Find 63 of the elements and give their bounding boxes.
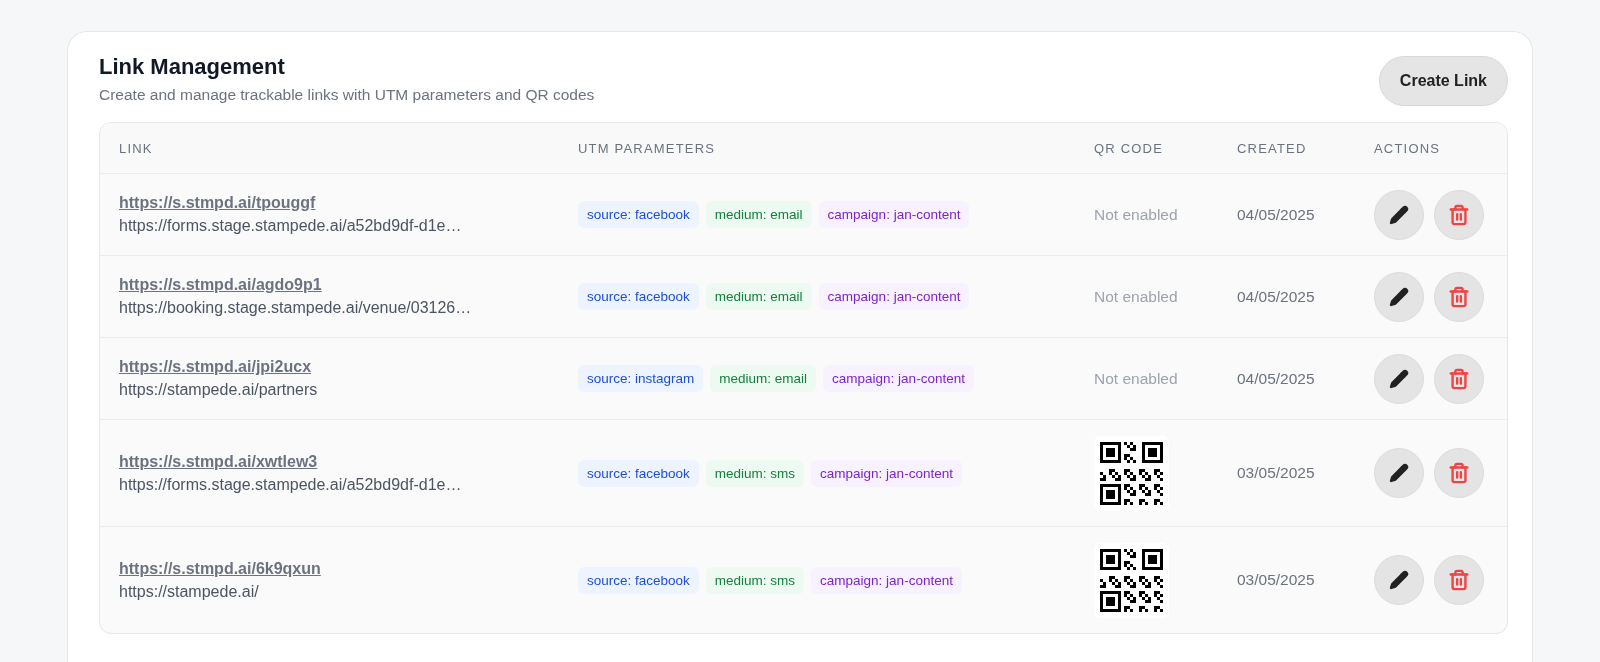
trash-icon: [1448, 569, 1470, 591]
utm-tag: source: facebook: [578, 283, 699, 310]
qr-status: Not enabled: [1094, 287, 1178, 305]
page-subtitle: Create and manage trackable links with UTM parameters and QR codes: [99, 86, 595, 104]
trash-icon: [1448, 367, 1470, 390]
short-link[interactable]: https://s.stmpd.ai/jpi2ucx: [119, 358, 312, 376]
utm-tag: source: facebook: [578, 459, 699, 487]
short-link[interactable]: https://s.stmpd.ai/tpouggf: [119, 194, 316, 212]
edit-button[interactable]: [1374, 189, 1424, 240]
short-link[interactable]: https://s.stmpd.ai/agdo9p1: [119, 276, 322, 294]
delete-button[interactable]: [1434, 271, 1484, 322]
utm-tag: campaign: jan-content: [823, 365, 974, 392]
utm-tag: medium: email: [705, 283, 812, 310]
utm-tag: source: facebook: [578, 566, 699, 594]
created-date: 04/05/2025: [1237, 369, 1316, 388]
delete-button[interactable]: [1434, 448, 1484, 498]
utm-tag: medium: sms: [705, 459, 805, 487]
qr-code-icon: [1094, 435, 1169, 511]
utm-tag: medium: email: [705, 201, 812, 228]
edit-button[interactable]: [1374, 555, 1424, 605]
utm-tag: campaign: jan-content: [818, 201, 970, 228]
qr-code-icon: [1094, 542, 1169, 618]
trash-icon: [1448, 462, 1470, 484]
delete-button[interactable]: [1434, 353, 1484, 404]
utm-tag: medium: sms: [705, 566, 805, 594]
qr-status: Not enabled: [1094, 369, 1178, 387]
delete-button[interactable]: [1434, 555, 1484, 605]
pencil-icon: [1389, 204, 1409, 225]
edit-button[interactable]: [1374, 353, 1424, 404]
pencil-icon: [1389, 570, 1409, 590]
edit-button[interactable]: [1374, 271, 1424, 322]
target-url: https://stampede.ai/partners: [119, 381, 318, 399]
target-url: https://forms.stage.stampede.ai/a52bd9df-d1e…: [119, 217, 462, 235]
delete-button[interactable]: [1434, 189, 1484, 240]
column-header: UTM PARAMETERS: [578, 140, 717, 156]
column-header: ACTIONS: [1374, 140, 1442, 156]
pencil-icon: [1389, 368, 1409, 389]
column-header: CREATED: [1237, 140, 1308, 156]
utm-tag: medium: email: [710, 365, 817, 392]
pencil-icon: [1389, 463, 1409, 483]
edit-button[interactable]: [1374, 448, 1424, 498]
trash-icon: [1448, 285, 1470, 308]
utm-tag: campaign: jan-content: [811, 566, 962, 594]
created-date: 03/05/2025: [1237, 464, 1316, 482]
target-url: https://forms.stage.stampede.ai/a52bd9df-d1e…: [119, 475, 462, 494]
column-header: LINK: [119, 140, 154, 156]
created-date: 04/05/2025: [1237, 205, 1316, 224]
utm-tag: campaign: jan-content: [811, 459, 962, 487]
short-link[interactable]: https://s.stmpd.ai/6k9qxun: [119, 559, 321, 578]
created-date: 04/05/2025: [1237, 287, 1316, 306]
utm-tag: source: facebook: [578, 201, 699, 228]
column-header: QR CODE: [1094, 140, 1165, 156]
short-link[interactable]: https://s.stmpd.ai/xwtlew3: [119, 452, 318, 471]
page-title: Link Management: [99, 54, 286, 80]
created-date: 03/05/2025: [1237, 571, 1316, 589]
create-link-button[interactable]: Create Link: [1378, 56, 1508, 106]
utm-tag: campaign: jan-content: [818, 283, 970, 310]
target-url: https://stampede.ai/: [119, 582, 259, 601]
qr-status: Not enabled: [1094, 205, 1178, 223]
pencil-icon: [1389, 286, 1409, 307]
utm-tag: source: instagram: [578, 365, 704, 392]
target-url: https://booking.stage.stampede.ai/venue/03126…: [119, 299, 472, 317]
trash-icon: [1448, 203, 1470, 226]
